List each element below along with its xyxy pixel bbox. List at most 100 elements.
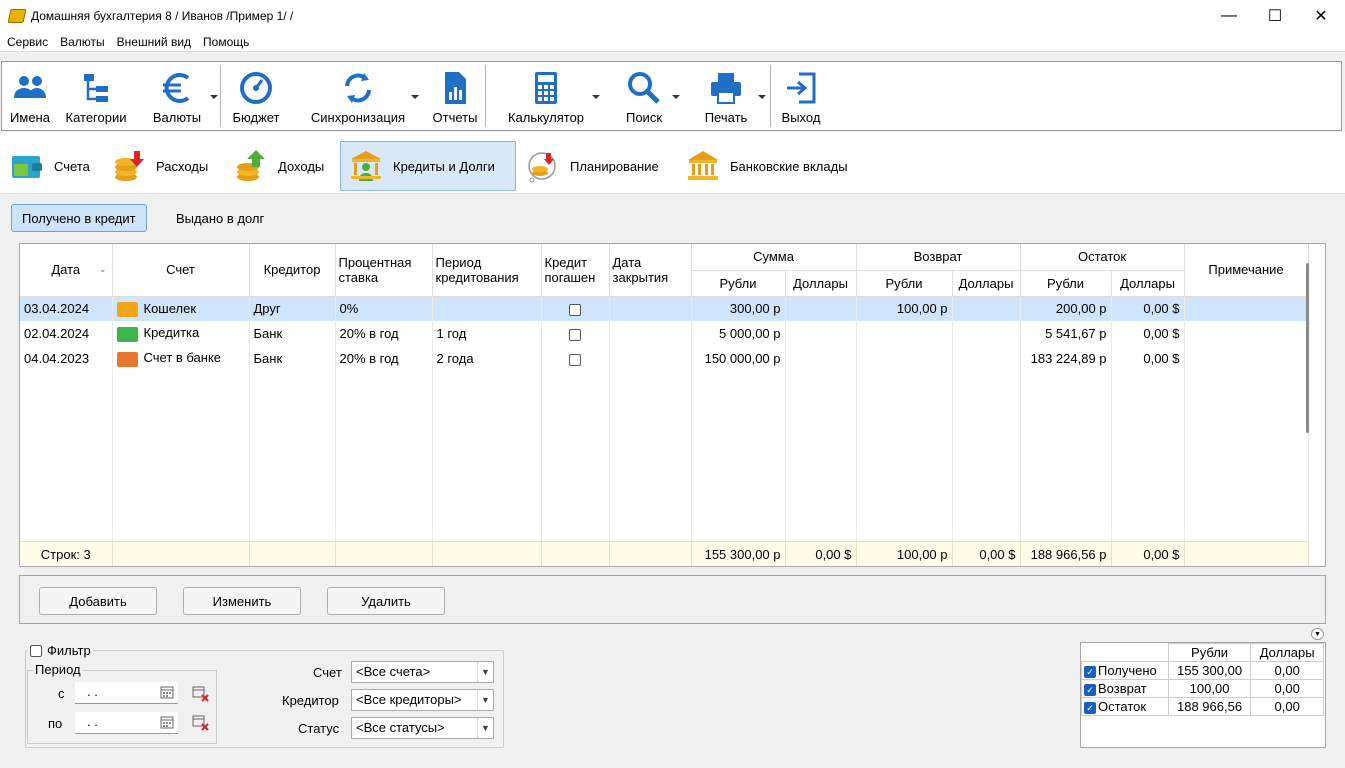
minimize-button[interactable]: — (1206, 0, 1252, 32)
summary-row-received[interactable]: ✓ Получено (1081, 661, 1169, 680)
search-button[interactable]: Поиск (606, 62, 682, 130)
menu-bar: Сервис Валюты Внешний вид Помощь (0, 32, 1345, 52)
repaid-checkbox[interactable] (569, 328, 581, 341)
checkmark-icon[interactable]: ✓ (1084, 665, 1096, 678)
nav-accounts[interactable]: Счета (2, 141, 98, 191)
status-select[interactable]: <Все статусы> ▼ (351, 717, 494, 739)
tab-received-credit[interactable]: Получено в кредит (11, 204, 147, 232)
table-row[interactable]: 03.04.2024 Кошелек Друг 0% 300,00 р 100,00 р 2… (20, 296, 1309, 321)
empty-row (20, 446, 1309, 471)
creditor-cell: Друг (249, 296, 336, 321)
col-rate[interactable]: Процентная ставка (335, 244, 433, 297)
date-cell: 03.04.2024 (20, 296, 113, 321)
clear-date-icon[interactable] (192, 685, 210, 703)
nav-credits-debts[interactable]: Кредиты и Долги (340, 141, 516, 191)
nav-expenses[interactable]: Расходы (104, 141, 216, 191)
summary-row-balance[interactable]: ✓ Остаток (1081, 697, 1169, 716)
menu-service[interactable]: Сервис (2, 35, 53, 49)
note-cell (1184, 321, 1309, 346)
app-icon (7, 9, 27, 23)
currencies-dropdown-arrow[interactable] (210, 95, 218, 99)
sync-button[interactable]: Синхронизация (291, 62, 425, 130)
total-return-rub: 100,00 р (856, 542, 953, 566)
total-return-usd: 0,00 $ (952, 542, 1021, 566)
summary-col-rub: Рубли (1167, 643, 1252, 662)
table-row[interactable]: 04.04.2023 Счет в банке Банк 20% в год 2 год… (20, 346, 1309, 371)
window-title: Домашняя бухгалтерия 8 / Иванов /Пример … (31, 9, 294, 23)
summary-collapse-icon[interactable]: ▼ (1311, 628, 1324, 640)
col-return-rub[interactable]: Рубли (856, 270, 953, 297)
repaid-checkbox[interactable] (569, 303, 581, 316)
planning-icon (528, 152, 556, 183)
bank-icon (688, 151, 718, 180)
empty-row (20, 396, 1309, 421)
clear-date-icon[interactable] (192, 714, 210, 732)
reports-button[interactable]: Отчеты (425, 62, 485, 130)
col-balance-rub[interactable]: Рубли (1020, 270, 1112, 297)
date-from-field[interactable]: . . (75, 682, 178, 704)
col-return-usd[interactable]: Доллары (952, 270, 1021, 297)
creditor-select[interactable]: <Все кредиторы> ▼ (351, 689, 494, 711)
maximize-button[interactable]: ☐ (1252, 0, 1298, 32)
bal-usd-cell: 0,00 $ (1111, 321, 1185, 346)
col-sum-usd[interactable]: Доллары (785, 270, 857, 297)
summary-row-return[interactable]: ✓ Возврат (1081, 679, 1169, 698)
col-balance-usd[interactable]: Доллары (1111, 270, 1185, 297)
table-row[interactable]: 02.04.2024 Кредитка Банк 20% в год 1 год 5 00… (20, 321, 1309, 346)
ret-usd-cell (952, 346, 1021, 371)
exit-button[interactable]: Выход (771, 62, 831, 130)
period-cell: 1 год (432, 321, 542, 346)
bal-rub-cell: 200,00 р (1020, 296, 1112, 321)
account-cell: Кредитка (112, 321, 250, 346)
close-cell (609, 321, 692, 346)
chevron-down-icon: ▼ (477, 690, 493, 710)
categories-button[interactable]: Категории (58, 62, 134, 130)
calendar-icon[interactable] (160, 685, 174, 699)
nav-income[interactable]: Доходы (226, 141, 332, 191)
col-period[interactable]: Периoд кредитования (432, 244, 542, 297)
filter-checkbox[interactable] (30, 644, 42, 657)
calculator-dropdown-arrow[interactable] (592, 95, 600, 99)
wallet-icon (12, 156, 42, 178)
note-cell (1184, 296, 1309, 321)
col-date[interactable]: Дата ⌄ (20, 244, 113, 297)
budget-button[interactable]: Бюджет (221, 62, 291, 130)
menu-help[interactable]: Помощь (198, 35, 254, 49)
nav-bank-deposits[interactable]: Банковские вклады (678, 141, 856, 191)
checkmark-icon[interactable]: ✓ (1084, 683, 1096, 696)
grid-scrollbar[interactable] (1306, 263, 1309, 433)
filter-toggle[interactable]: Фильтр (27, 643, 94, 658)
checkmark-icon[interactable]: ✓ (1084, 701, 1096, 714)
edit-button[interactable]: Изменить (183, 587, 301, 615)
add-button[interactable]: Добавить (39, 587, 157, 615)
col-repaid[interactable]: Кредит погашен (541, 244, 610, 297)
credits-grid[interactable]: Дата ⌄ Счет Кредитор Процентная ставка Пе… (19, 243, 1326, 567)
menu-appearance[interactable]: Внешний вид (112, 35, 196, 49)
close-button[interactable]: ✕ (1298, 0, 1344, 32)
people-icon (14, 76, 46, 98)
names-button[interactable]: Имена (2, 62, 58, 130)
calculator-button[interactable]: Калькулятор (486, 62, 606, 130)
col-creditor[interactable]: Кредитор (249, 244, 336, 297)
account-filter-label: Счет (313, 665, 342, 680)
col-note[interactable]: Примечание (1184, 244, 1309, 297)
col-group-return: Возврат (856, 244, 1021, 271)
col-close-date[interactable]: Дата закрытия (609, 244, 692, 297)
sync-dropdown-arrow[interactable] (411, 95, 419, 99)
date-to-field[interactable]: . . (75, 712, 178, 734)
col-account[interactable]: Счет (112, 244, 250, 297)
col-sum-rub[interactable]: Рубли (691, 270, 786, 297)
delete-button[interactable]: Удалить (327, 587, 445, 615)
search-dropdown-arrow[interactable] (672, 95, 680, 99)
tab-given-debt[interactable]: Выдано в долг (166, 204, 274, 232)
currencies-button[interactable]: Валюты (134, 62, 220, 130)
calendar-icon[interactable] (160, 715, 174, 729)
creditor-cell: Банк (249, 346, 336, 371)
account-select[interactable]: <Все счета> ▼ (351, 661, 494, 683)
repaid-checkbox[interactable] (569, 353, 581, 366)
print-button[interactable]: Печать (682, 62, 770, 130)
print-dropdown-arrow[interactable] (758, 95, 766, 99)
total-balance-usd: 0,00 $ (1111, 542, 1185, 566)
menu-currencies[interactable]: Валюты (55, 35, 110, 49)
nav-planning[interactable]: Планирование (518, 141, 667, 191)
